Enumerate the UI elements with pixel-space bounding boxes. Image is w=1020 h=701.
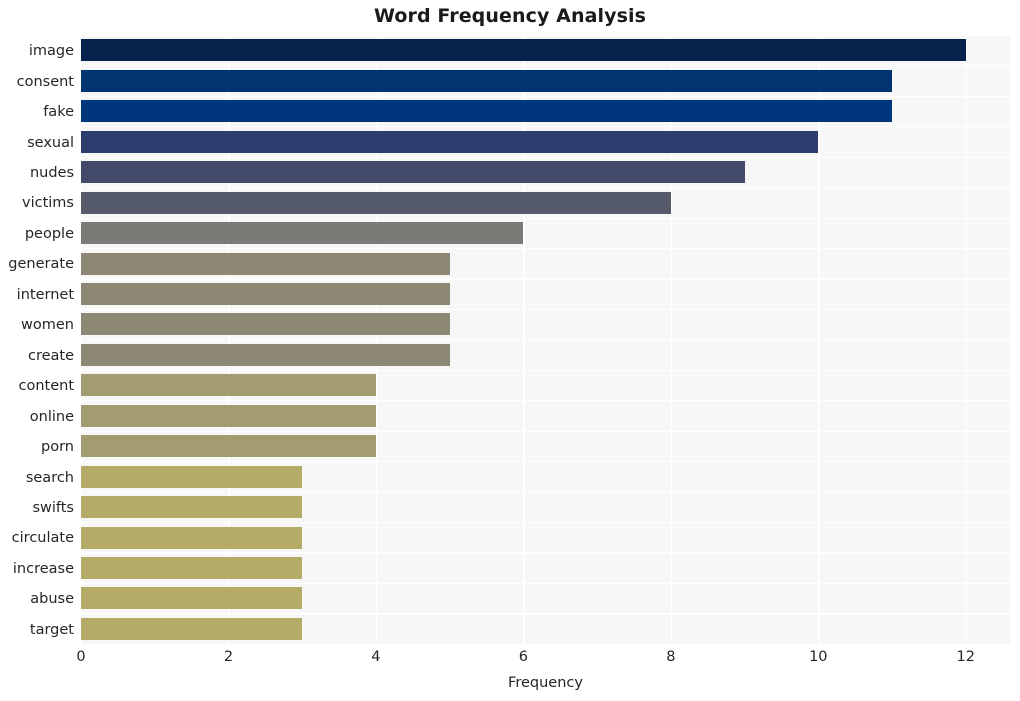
y-tick-label-porn: porn xyxy=(41,439,74,456)
y-tick-label-online: online xyxy=(29,408,74,425)
plot-area xyxy=(81,36,1010,645)
y-tick-label-increase: increase xyxy=(12,560,74,577)
bar-row xyxy=(81,219,1010,250)
bar-internet[interactable] xyxy=(81,282,450,305)
bar-row xyxy=(81,554,1010,585)
bar-row xyxy=(81,432,1010,463)
bar-row xyxy=(81,127,1010,158)
bar-fake[interactable] xyxy=(81,100,893,123)
bars-container xyxy=(81,36,1010,645)
bar-row xyxy=(81,493,1010,524)
y-axis-tick-labels: image consent fake sexual nudes victims people… xyxy=(0,36,74,645)
bar-swifts[interactable] xyxy=(81,496,303,519)
bar-row xyxy=(81,188,1010,219)
x-tick-label-0: 0 xyxy=(76,649,86,665)
y-tick-label-target: target xyxy=(29,621,74,638)
bar-porn[interactable] xyxy=(81,435,376,458)
y-tick-label-women: women xyxy=(21,317,74,334)
bar-victims[interactable] xyxy=(81,191,671,214)
bar-women[interactable] xyxy=(81,313,450,336)
y-tick-label-circulate: circulate xyxy=(11,530,74,547)
bar-row xyxy=(81,249,1010,280)
y-tick-label-search: search xyxy=(25,469,74,486)
bar-content[interactable] xyxy=(81,374,376,397)
bar-consent[interactable] xyxy=(81,69,893,92)
bar-people[interactable] xyxy=(81,222,524,245)
bar-target[interactable] xyxy=(81,617,303,640)
y-tick-label-consent: consent xyxy=(16,73,74,90)
y-tick-label-internet: internet xyxy=(16,286,74,303)
y-tick-label-image: image xyxy=(28,43,74,60)
row-separator xyxy=(81,643,1010,645)
y-tick-label-create: create xyxy=(27,347,74,364)
x-tick-label-12: 12 xyxy=(956,649,975,665)
bar-circulate[interactable] xyxy=(81,526,303,549)
x-axis-title: Frequency xyxy=(508,675,583,691)
y-tick-label-sexual: sexual xyxy=(27,134,74,151)
bar-row xyxy=(81,462,1010,493)
bar-row xyxy=(81,371,1010,402)
y-tick-label-fake: fake xyxy=(43,104,74,121)
bar-row xyxy=(81,158,1010,189)
x-tick-label-2: 2 xyxy=(223,649,234,665)
bar-generate[interactable] xyxy=(81,252,450,275)
x-tick-label-8: 8 xyxy=(666,649,676,665)
bar-row xyxy=(81,401,1010,432)
bar-row xyxy=(81,36,1010,67)
word-frequency-chart-figure: Word Frequency Analysis image consent fake… xyxy=(0,0,1020,701)
bar-increase[interactable] xyxy=(81,557,303,580)
bar-sexual[interactable] xyxy=(81,130,819,153)
bar-abuse[interactable] xyxy=(81,587,303,610)
x-axis-tick-labels: 0 2 4 6 8 10 12 xyxy=(0,650,1020,672)
bar-image[interactable] xyxy=(81,39,966,62)
bar-row xyxy=(81,280,1010,311)
y-tick-label-abuse: abuse xyxy=(30,591,74,608)
bar-row xyxy=(81,584,1010,615)
y-tick-label-people: people xyxy=(24,225,74,242)
bar-row xyxy=(81,66,1010,97)
chart-title: Word Frequency Analysis xyxy=(373,5,647,27)
bar-nudes[interactable] xyxy=(81,161,745,184)
bar-row xyxy=(81,310,1010,341)
bar-row xyxy=(81,97,1010,128)
bar-online[interactable] xyxy=(81,404,376,427)
bar-row xyxy=(81,523,1010,554)
bar-create[interactable] xyxy=(81,343,450,366)
bar-search[interactable] xyxy=(81,465,303,488)
x-tick-label-6: 6 xyxy=(518,649,528,665)
y-tick-label-generate: generate xyxy=(8,256,74,273)
y-tick-label-swifts: swifts xyxy=(32,499,74,516)
y-tick-label-nudes: nudes xyxy=(29,165,74,182)
bar-row xyxy=(81,615,1010,645)
y-tick-label-content: content xyxy=(18,378,74,395)
y-tick-label-victims: victims xyxy=(22,195,74,212)
bar-row xyxy=(81,341,1010,371)
x-tick-label-10: 10 xyxy=(809,649,828,665)
x-tick-label-4: 4 xyxy=(371,649,381,665)
